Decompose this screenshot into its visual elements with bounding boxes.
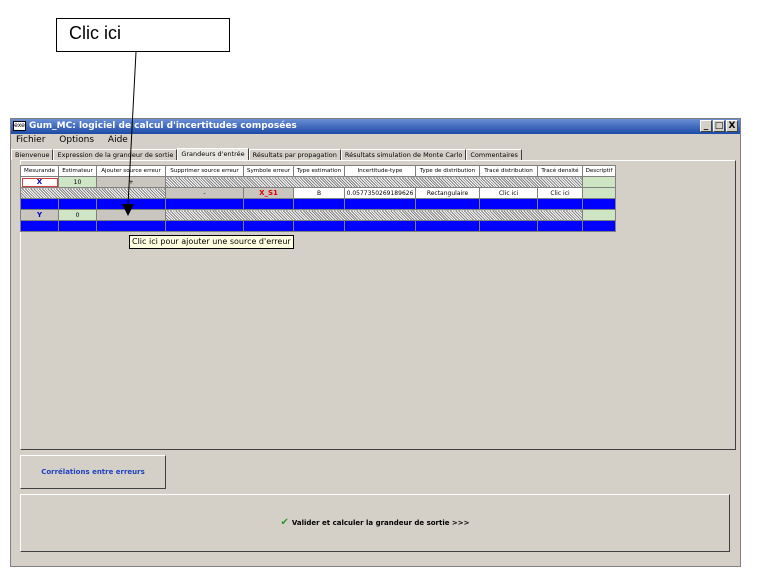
callout-arrow <box>122 51 137 216</box>
